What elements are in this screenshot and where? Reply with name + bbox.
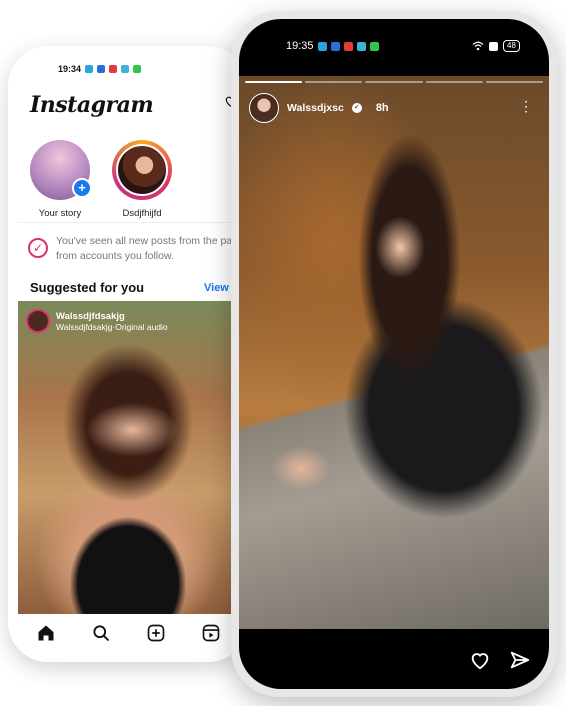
- story-time: 8h: [375, 102, 389, 114]
- story-phone: 19:35 48 Walssdjxsc ✓ 8h ⋮: [231, 11, 557, 697]
- avatar[interactable]: [26, 309, 50, 333]
- wechat-icon: [369, 41, 379, 51]
- status-time: 19:35: [286, 40, 314, 52]
- home-icon[interactable]: [36, 623, 56, 643]
- search-icon[interactable]: [91, 623, 111, 643]
- post-audio[interactable]: Walssdjfdsakjg·Original audio: [56, 322, 168, 332]
- avatar[interactable]: [249, 93, 279, 123]
- status-time: 19:34: [58, 64, 82, 74]
- instagram-logo: Instagram: [30, 92, 154, 118]
- story-image[interactable]: Walssdjxsc ✓ 8h ⋮: [239, 76, 549, 629]
- story-footer: [239, 631, 549, 689]
- news-icon: [343, 41, 353, 51]
- checkmark-icon: ✓: [28, 238, 48, 258]
- story-header: Walssdjxsc ✓ 8h: [249, 93, 389, 123]
- story-username[interactable]: Walssdjxsc: [287, 102, 344, 114]
- telegram-icon: [85, 65, 94, 73]
- post-header: Walssdjfdsakjg Walssdjfdsakjg·Original a…: [26, 309, 168, 333]
- create-icon[interactable]: [146, 623, 166, 643]
- story-your-story[interactable]: + Your story: [28, 140, 92, 219]
- reels-icon[interactable]: [201, 623, 221, 643]
- app-icon: [330, 41, 340, 51]
- verified-icon: ✓: [351, 103, 362, 113]
- heart-icon[interactable]: [469, 649, 491, 671]
- app-icon: [356, 41, 366, 51]
- story-progress: [245, 81, 544, 83]
- suggested-title: Suggested for you: [30, 280, 145, 295]
- feed-screen: 19:34 Instagram + Your story Dsdjfhijfd …: [18, 56, 248, 652]
- app-icon: [121, 65, 130, 73]
- app-icon: [97, 65, 106, 73]
- stories-tray: + Your story Dsdjfhijfd: [28, 140, 174, 219]
- wifi-icon: [472, 41, 484, 51]
- seen-text-line2: from accounts you follow.: [56, 250, 174, 262]
- send-icon[interactable]: [509, 649, 531, 671]
- sim-icon: [489, 41, 498, 51]
- add-story-icon[interactable]: +: [72, 178, 92, 198]
- battery-indicator: 48: [503, 40, 520, 52]
- bottom-nav: [18, 614, 238, 652]
- feed-phone: 19:34 Instagram + Your story Dsdjfhijfd …: [8, 46, 248, 662]
- divider: [18, 222, 248, 223]
- seen-text-line1: You've seen all new posts from the pa: [56, 235, 233, 247]
- suggested-post[interactable]: Walssdjfdsakjg Walssdjfdsakjg·Original a…: [18, 301, 238, 623]
- story-label: Your story: [38, 208, 82, 219]
- post-username[interactable]: Walssdjfdsakjg: [56, 311, 168, 322]
- wechat-icon: [133, 65, 142, 73]
- status-bar: 19:35 48: [286, 40, 520, 52]
- story-dsdjfhijfd[interactable]: Dsdjfhijfd: [110, 140, 174, 219]
- story-label: Dsdjfhijfd: [122, 208, 162, 219]
- story-screen: 19:35 48 Walssdjxsc ✓ 8h ⋮: [239, 19, 549, 689]
- status-bar: 19:34: [58, 64, 142, 74]
- all-caught-up-notice: ✓ You've seen all new posts from the pa …: [28, 234, 248, 264]
- more-options-icon[interactable]: ⋮: [519, 98, 533, 115]
- telegram-icon: [317, 41, 327, 51]
- news-icon: [109, 65, 118, 73]
- avatar: [116, 144, 168, 196]
